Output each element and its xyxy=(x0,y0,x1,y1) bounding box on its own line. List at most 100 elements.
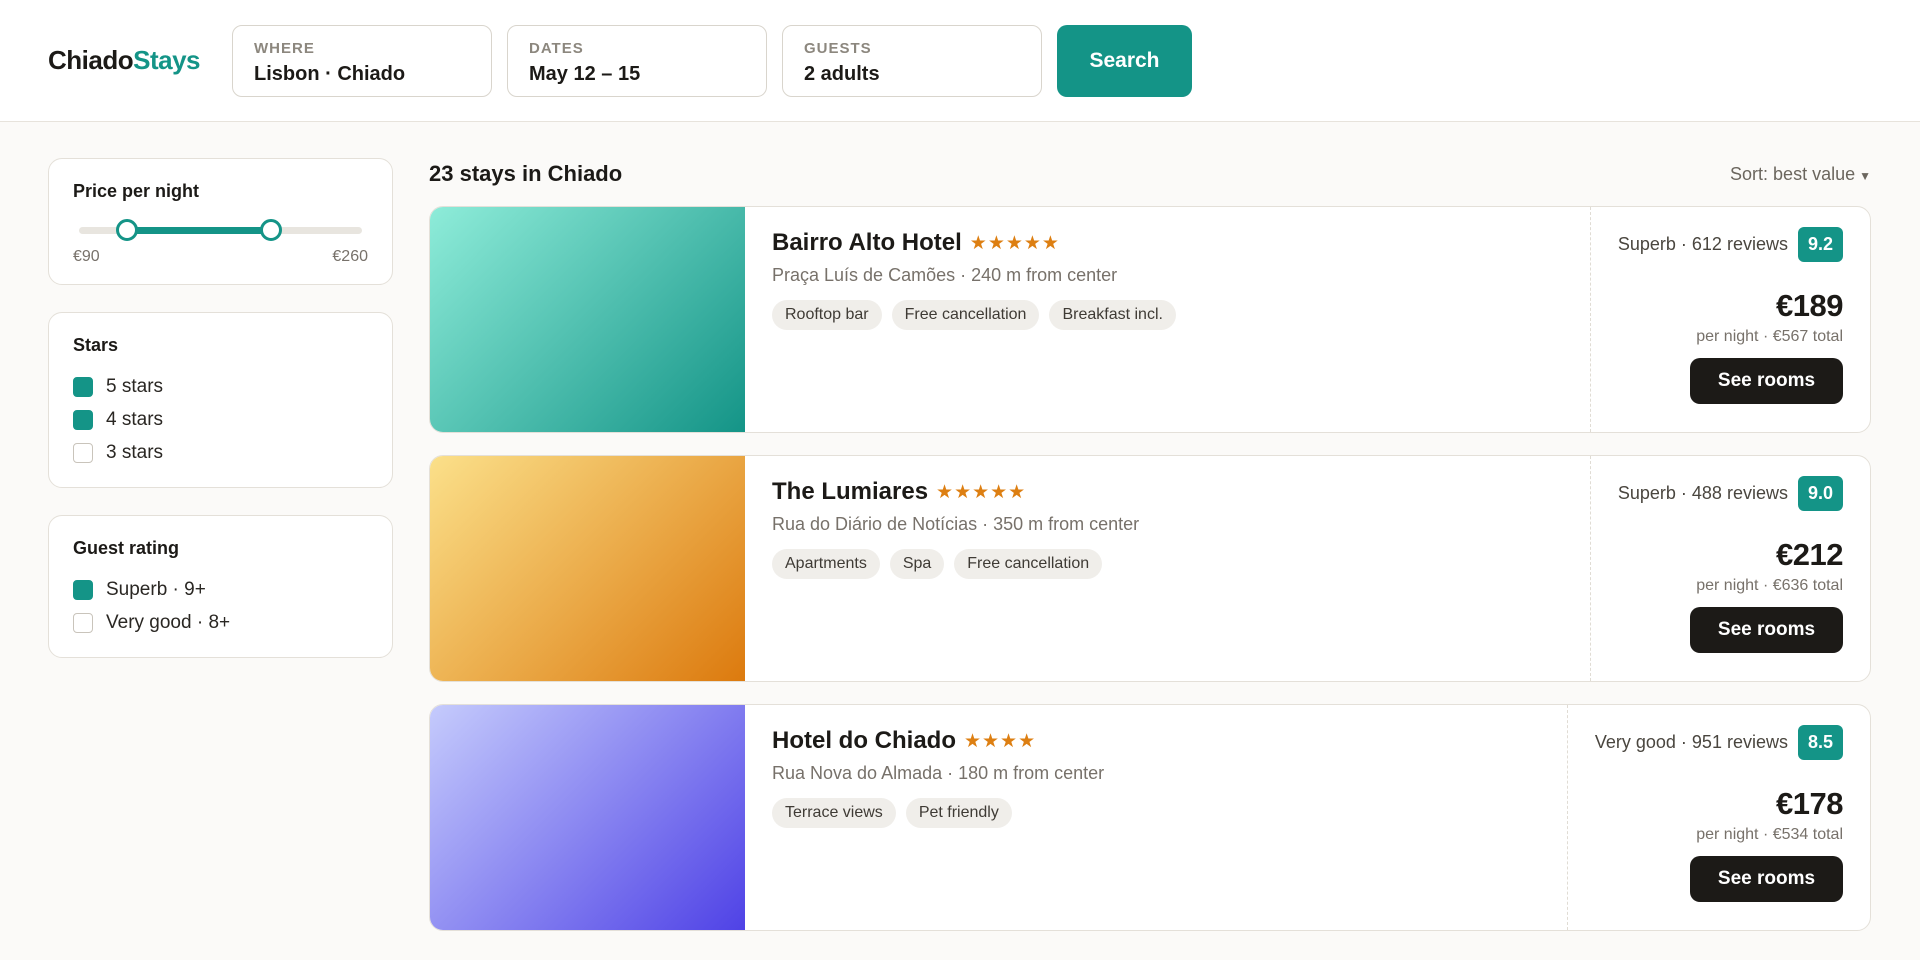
guest-rating-filter-title: Guest rating xyxy=(73,538,180,558)
chevron-down-icon: ▼ xyxy=(1859,168,1871,183)
guest-rating-filter-panel: Guest rating Superb · 9+ Very good · 8+ xyxy=(48,515,393,658)
see-rooms-button[interactable]: See rooms xyxy=(1690,856,1843,902)
listing-info: Hotel do Chiado ★★★★ Rua Nova do Almada … xyxy=(745,705,1567,930)
listing-price-panel: Superb · 612 reviews 9.2 €189 per night … xyxy=(1589,207,1870,432)
price-max-label: €260 xyxy=(332,248,368,265)
listing-rating: Superb · 488 reviews 9.0 xyxy=(1618,476,1843,511)
sort-dropdown[interactable]: Sort: best value ▼ xyxy=(1730,164,1871,185)
star-rating-icon: ★★★★ xyxy=(963,730,1037,752)
brand-name-part2: Stays xyxy=(133,45,200,75)
stars-3-checkbox[interactable] xyxy=(73,442,93,463)
price-range-slider[interactable] xyxy=(79,216,362,242)
listing-name[interactable]: Bairro Alto Hotel xyxy=(772,229,962,257)
amenity-tag: Free cancellation xyxy=(891,300,1040,330)
amenity-tag: Terrace views xyxy=(772,798,896,828)
amenity-tag: Rooftop bar xyxy=(772,300,882,330)
rating-very-good-checkbox[interactable] xyxy=(73,612,93,633)
filters-sidebar: Price per night €90 €260 Stars 5 stars 4… xyxy=(48,158,393,953)
listing-thumbnail[interactable] xyxy=(430,705,745,930)
rating-very-good-label: Very good · 8+ xyxy=(106,611,231,633)
search-button[interactable]: Search xyxy=(1057,24,1192,97)
stars-3-label: 3 stars xyxy=(106,441,164,463)
rating-score-badge: 9.0 xyxy=(1797,476,1843,511)
listing-rating: Superb · 612 reviews 9.2 xyxy=(1618,227,1843,262)
listing-name-row: The Lumiares ★★★★★ xyxy=(772,478,1563,506)
see-rooms-button[interactable]: See rooms xyxy=(1690,607,1843,653)
amenity-tag: Free cancellation xyxy=(954,549,1103,579)
dates-label: DATES xyxy=(529,39,584,57)
price-range-labels: €90 €260 xyxy=(73,248,368,266)
listing-name-row: Bairro Alto Hotel ★★★★★ xyxy=(772,229,1563,257)
brand-logo[interactable]: ChiadoStays xyxy=(48,45,232,76)
stars-5-checkbox[interactable] xyxy=(73,376,93,397)
guests-label: GUESTS xyxy=(804,39,872,57)
amenity-tag: Apartments xyxy=(772,549,880,579)
guests-field[interactable]: GUESTS 2 adults xyxy=(782,24,1042,97)
star-rating-icon: ★★★★★ xyxy=(936,481,1027,503)
top-bar: ChiadoStays WHERE Lisbon · Chiado DATES … xyxy=(0,0,1920,122)
rating-score-badge: 8.5 xyxy=(1797,725,1843,760)
rating-summary: Superb · 612 reviews xyxy=(1617,234,1788,254)
rating-summary: Superb · 488 reviews xyxy=(1617,483,1788,503)
listing-price: €178 xyxy=(1776,786,1843,821)
rating-option-very-good[interactable]: Very good · 8+ xyxy=(73,606,368,639)
listing-address: Rua Nova do Almada · 180 m from center xyxy=(772,763,1105,783)
where-field[interactable]: WHERE Lisbon · Chiado xyxy=(232,24,492,97)
listing-tags: Apartments Spa Free cancellation xyxy=(772,549,1563,579)
where-label: WHERE xyxy=(254,39,315,57)
stars-option-3[interactable]: 3 stars xyxy=(73,436,368,469)
brand-name-part1: Chiado xyxy=(48,45,134,75)
listing-name[interactable]: Hotel do Chiado xyxy=(772,727,956,755)
price-filter-title: Price per night xyxy=(73,181,200,201)
listing-address: Rua do Diário de Notícias · 350 m from c… xyxy=(772,514,1140,534)
stars-4-checkbox[interactable] xyxy=(73,409,93,430)
stars-4-label: 4 stars xyxy=(106,408,164,430)
listing-price: €189 xyxy=(1776,288,1843,323)
results-header: 23 stays in Chiado Sort: best value ▼ xyxy=(429,158,1871,190)
listing-card[interactable]: Bairro Alto Hotel ★★★★★ Praça Luís de Ca… xyxy=(429,206,1871,433)
listing-price-panel: Very good · 951 reviews 8.5 €178 per nig… xyxy=(1566,705,1870,930)
listing-address: Praça Luís de Camões · 240 m from center xyxy=(772,265,1118,285)
price-max-handle[interactable] xyxy=(260,219,283,241)
results-list: 23 stays in Chiado Sort: best value ▼ Bai… xyxy=(429,158,1871,953)
see-rooms-button[interactable]: See rooms xyxy=(1690,358,1843,404)
stars-option-5[interactable]: 5 stars xyxy=(73,370,368,403)
amenity-tag: Spa xyxy=(889,549,945,579)
listing-name-row: Hotel do Chiado ★★★★ xyxy=(772,727,1540,755)
listing-rating: Very good · 951 reviews 8.5 xyxy=(1595,725,1843,760)
listing-thumbnail[interactable] xyxy=(430,207,745,432)
stars-option-4[interactable]: 4 stars xyxy=(73,403,368,436)
stars-5-label: 5 stars xyxy=(106,375,164,397)
rating-option-superb[interactable]: Superb · 9+ xyxy=(73,573,368,606)
where-value: Lisbon · Chiado xyxy=(254,62,406,85)
star-rating-icon: ★★★★★ xyxy=(969,232,1060,254)
rating-summary: Very good · 951 reviews xyxy=(1594,732,1788,752)
dates-value: May 12 – 15 xyxy=(529,62,641,85)
listing-info: The Lumiares ★★★★★ Rua do Diário de Notí… xyxy=(745,456,1590,681)
listing-info: Bairro Alto Hotel ★★★★★ Praça Luís de Ca… xyxy=(745,207,1590,432)
stars-filter-title: Stars xyxy=(73,335,119,355)
listing-tags: Rooftop bar Free cancellation Breakfast … xyxy=(772,300,1563,330)
price-min-label: €90 xyxy=(73,248,100,265)
guests-value: 2 adults xyxy=(804,62,880,85)
listing-price-panel: Superb · 488 reviews 9.0 €212 per night … xyxy=(1589,456,1870,681)
price-filter-panel: Price per night €90 €260 xyxy=(48,158,393,285)
listing-price-detail: per night · €636 total xyxy=(1696,577,1843,594)
listing-tags: Terrace views Pet friendly xyxy=(772,798,1540,828)
rating-superb-label: Superb · 9+ xyxy=(106,578,206,600)
results-count: 23 stays in Chiado xyxy=(429,161,623,186)
rating-superb-checkbox[interactable] xyxy=(73,579,93,600)
price-slider-fill xyxy=(127,227,272,234)
listing-price-detail: per night · €534 total xyxy=(1696,826,1843,843)
listing-thumbnail[interactable] xyxy=(430,456,745,681)
listing-card[interactable]: The Lumiares ★★★★★ Rua do Diário de Notí… xyxy=(429,455,1871,682)
listing-name[interactable]: The Lumiares xyxy=(772,478,928,506)
rating-score-badge: 9.2 xyxy=(1797,227,1843,262)
listing-card[interactable]: Hotel do Chiado ★★★★ Rua Nova do Almada … xyxy=(429,704,1871,931)
dates-field[interactable]: DATES May 12 – 15 xyxy=(507,24,767,97)
stars-filter-panel: Stars 5 stars 4 stars 3 stars xyxy=(48,312,393,488)
amenity-tag: Breakfast incl. xyxy=(1049,300,1176,330)
price-min-handle[interactable] xyxy=(116,219,139,241)
listing-price: €212 xyxy=(1776,537,1843,572)
listing-price-detail: per night · €567 total xyxy=(1696,328,1843,345)
